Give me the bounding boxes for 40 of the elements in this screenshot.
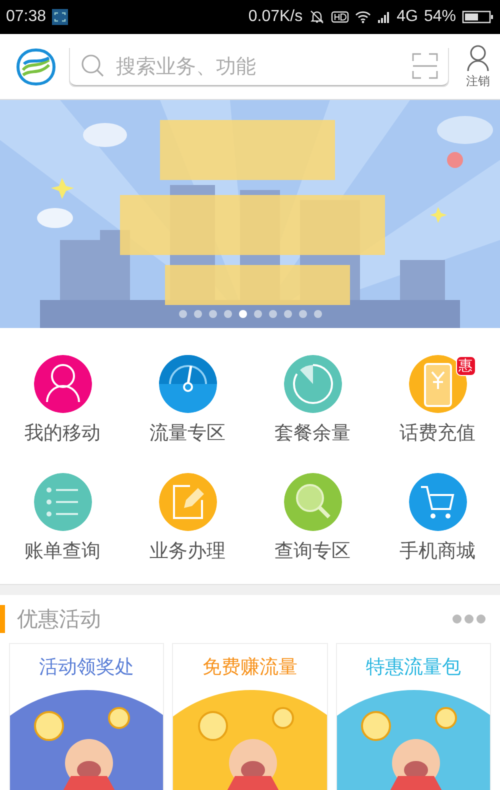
card-title: 免费赚流量 — [202, 655, 298, 680]
scan-icon[interactable] — [412, 53, 438, 79]
discount-badge: 惠 — [456, 356, 476, 376]
service-label: 手机商城 — [400, 539, 476, 564]
card-title: 活动领奖处 — [39, 655, 134, 680]
status-time: 07:38 — [6, 8, 46, 26]
network-speed: 0.07K/s — [248, 8, 303, 26]
person-icon — [466, 44, 490, 72]
battery-percent: 54% — [424, 8, 456, 26]
service-button[interactable]: 套餐余量 — [250, 354, 375, 446]
screenshot-icon — [52, 9, 68, 25]
service-label: 我的移动 — [24, 421, 100, 446]
service-label: 流量专区 — [150, 421, 226, 446]
service-button[interactable]: 惠 话费充值 — [375, 354, 500, 446]
network-type: 4G — [396, 8, 418, 26]
mute-icon — [308, 9, 325, 25]
service-label: 套餐余量 — [274, 421, 350, 446]
logo-icon — [16, 48, 56, 86]
search-field[interactable]: 搜索业务、功能 — [70, 47, 448, 86]
service-label: 查询专区 — [274, 539, 350, 564]
logout-button[interactable]: 注销 — [456, 44, 490, 90]
more-button[interactable] — [452, 614, 486, 624]
signal-icon — [376, 10, 391, 24]
service-button[interactable]: 查询专区 — [250, 472, 375, 564]
search-input[interactable]: 搜索业务、功能 — [114, 53, 404, 79]
section-title: 优惠活动 — [17, 606, 102, 633]
search-icon — [80, 53, 106, 79]
wifi-icon — [354, 10, 371, 24]
battery-icon — [462, 10, 494, 24]
hd-icon — [330, 10, 349, 24]
service-label: 业务办理 — [150, 539, 226, 564]
service-button[interactable]: 流量专区 — [125, 354, 250, 446]
service-label: 账单查询 — [24, 539, 100, 564]
service-button[interactable]: 手机商城 — [375, 472, 500, 564]
service-label: 话费充值 — [400, 421, 476, 446]
accent-bar — [0, 605, 5, 633]
card-title: 特惠流量包 — [366, 655, 461, 680]
service-button[interactable]: 账单查询 — [0, 472, 125, 564]
service-button[interactable]: 业务办理 — [125, 472, 250, 564]
service-button[interactable]: 我的移动 — [0, 354, 125, 446]
